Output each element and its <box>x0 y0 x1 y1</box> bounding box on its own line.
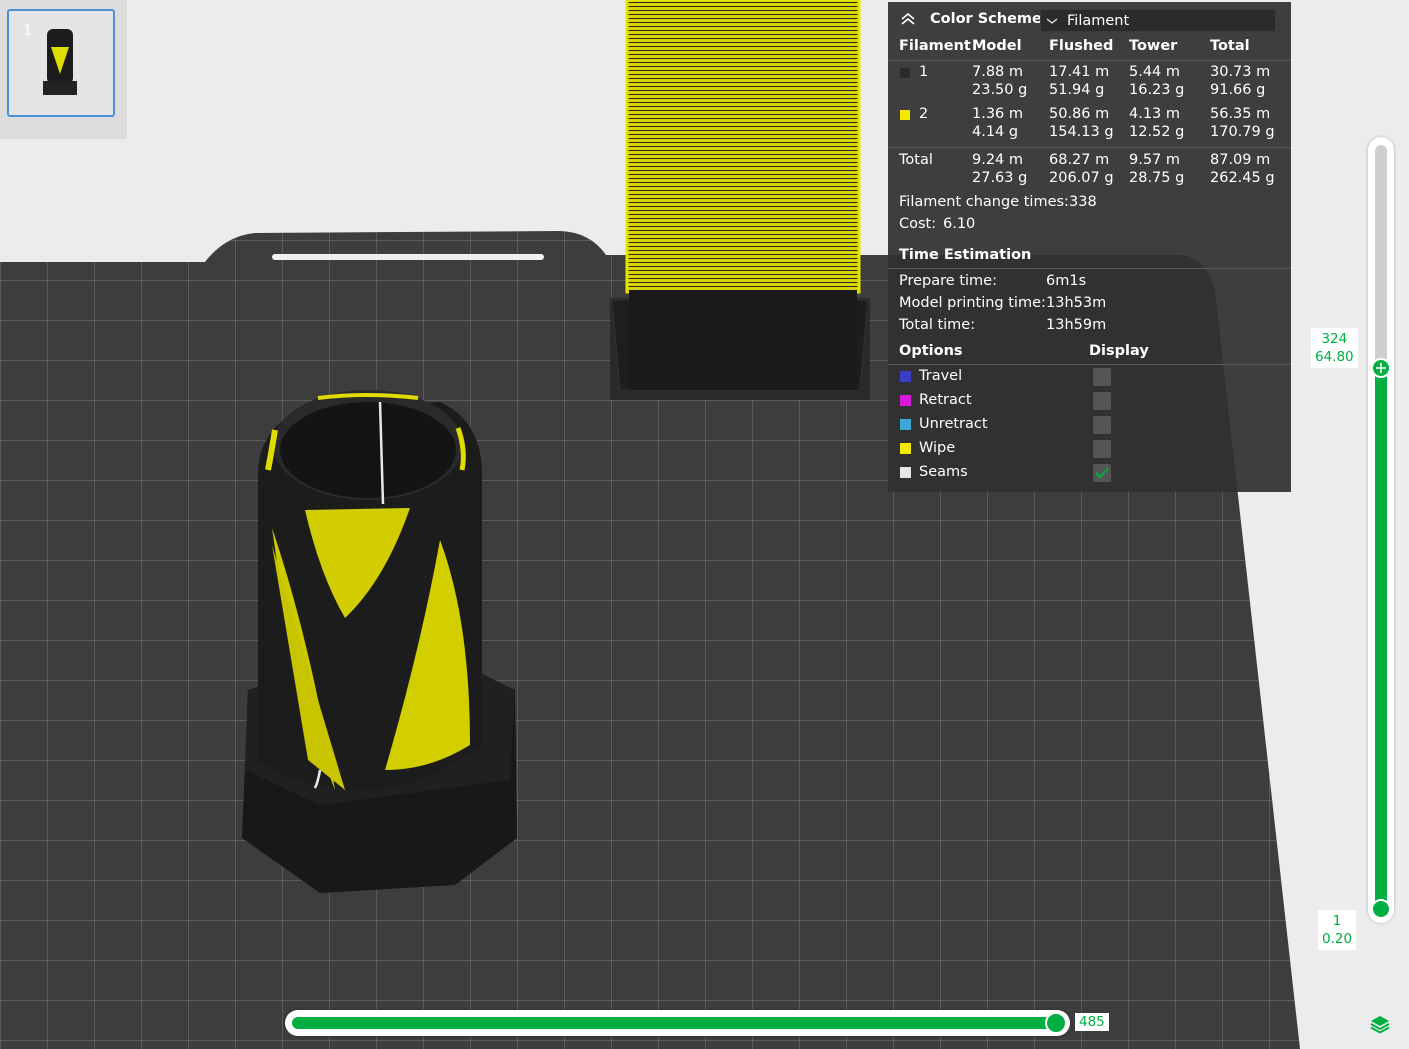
col-tower: Tower <box>1129 38 1178 54</box>
filament-change-label: Filament change times: <box>899 194 1069 210</box>
plus-icon <box>1376 363 1386 373</box>
filament-1-swatch <box>900 68 910 78</box>
col-filament: Filament <box>899 38 971 54</box>
unretract-swatch <box>900 419 911 430</box>
cost-value: 6.10 <box>943 216 976 232</box>
prime-tower <box>610 0 870 400</box>
col-total: Total <box>1210 38 1250 54</box>
travel-label: Travel <box>919 368 963 384</box>
filament-1-total-len: 30.73 m <box>1210 64 1271 80</box>
cost-label: Cost: <box>899 216 937 232</box>
divider <box>888 268 1291 269</box>
prepare-time-label: Prepare time: <box>899 273 997 289</box>
filament-2-flushed-wt: 154.13 g <box>1049 124 1114 140</box>
filament-1-flushed-len: 17.41 m <box>1049 64 1110 80</box>
legend-header: Color Scheme Filament <box>888 2 1291 36</box>
retract-swatch <box>900 395 911 406</box>
upper-layer-height: 64.80 <box>1315 349 1354 365</box>
totals-model-len: 9.24 m <box>972 152 1024 168</box>
lower-layer-thumb[interactable] <box>1371 899 1391 919</box>
totals-tower-len: 9.57 m <box>1129 152 1181 168</box>
retract-label: Retract <box>919 392 972 408</box>
filament-2-model-len: 1.36 m <box>972 106 1024 122</box>
filament-change-value: 338 <box>1069 194 1097 210</box>
total-time-label: Total time: <box>899 317 976 333</box>
filament-1-tower-wt: 16.23 g <box>1129 82 1185 98</box>
color-scheme-value: Filament <box>1067 13 1130 29</box>
totals-model-wt: 27.63 g <box>972 170 1028 186</box>
filament-2-model-wt: 4.14 g <box>972 124 1019 140</box>
upper-layer-label: 324 64.80 <box>1311 328 1358 368</box>
col-flushed: Flushed <box>1049 38 1114 54</box>
chevron-down-icon <box>1046 18 1058 24</box>
lower-layer-number: 1 <box>1332 913 1342 929</box>
plate-slot <box>272 254 544 260</box>
seams-label: Seams <box>919 464 968 480</box>
collapse-chevron-icon[interactable] <box>900 12 916 26</box>
filament-2-swatch <box>900 110 910 120</box>
move-slider-thumb[interactable] <box>1045 1012 1067 1034</box>
plate-index: 1 <box>23 23 32 39</box>
time-estimation-heading: Time Estimation <box>899 247 1032 263</box>
divider <box>888 147 1291 148</box>
filament-2-id: 2 <box>919 106 929 122</box>
prepare-time-value: 6m1s <box>1046 273 1087 289</box>
total-time-value: 13h59m <box>1046 317 1107 333</box>
model-thumbnail-icon <box>43 29 77 95</box>
lower-layer-label: 1 0.20 <box>1318 910 1357 950</box>
color-scheme-dropdown[interactable]: Filament <box>1040 9 1276 32</box>
totals-tower-wt: 28.75 g <box>1129 170 1185 186</box>
filament-2-tower-len: 4.13 m <box>1129 106 1181 122</box>
wipe-display-checkbox[interactable] <box>1093 440 1111 458</box>
upper-layer-thumb[interactable] <box>1371 358 1391 378</box>
totals-total-len: 87.09 m <box>1210 152 1271 168</box>
filament-1-tower-len: 5.44 m <box>1129 64 1181 80</box>
plate-thumbnail[interactable]: 1 <box>7 9 115 117</box>
filament-1-id: 1 <box>919 64 929 80</box>
travel-display-checkbox[interactable] <box>1093 368 1111 386</box>
layers-icon[interactable] <box>1369 1013 1391 1035</box>
options-heading: Options <box>899 343 963 359</box>
totals-flushed-len: 68.27 m <box>1049 152 1110 168</box>
wipe-swatch <box>900 443 911 454</box>
filament-1-total-wt: 91.66 g <box>1210 82 1266 98</box>
model-printing-time-label: Model printing time: <box>899 295 1046 311</box>
display-heading: Display <box>1089 343 1149 359</box>
lower-layer-height: 0.20 <box>1322 931 1353 947</box>
checkmark-icon <box>1095 467 1109 479</box>
color-scheme-label: Color Scheme <box>930 11 1042 27</box>
unretract-label: Unretract <box>919 416 988 432</box>
divider <box>888 60 1291 61</box>
layer-slider-range <box>1375 368 1387 910</box>
filament-1-flushed-wt: 51.94 g <box>1049 82 1105 98</box>
divider <box>888 364 1291 365</box>
move-slider-range <box>292 1017 1060 1029</box>
filament-1-model-wt: 23.50 g <box>972 82 1028 98</box>
layer-slider-inactive <box>1375 145 1387 368</box>
wipe-label: Wipe <box>919 440 956 456</box>
totals-label: Total <box>899 152 933 168</box>
gcode-legend-panel: Color Scheme Filament Filament Model Flu… <box>888 2 1291 492</box>
totals-total-wt: 262.45 g <box>1210 170 1275 186</box>
upper-layer-number: 324 <box>1321 331 1348 347</box>
filament-2-flushed-len: 50.86 m <box>1049 106 1110 122</box>
col-model: Model <box>972 38 1022 54</box>
retract-display-checkbox[interactable] <box>1093 392 1111 410</box>
filament-1-model-len: 7.88 m <box>972 64 1024 80</box>
move-slider-value: 485 <box>1075 1013 1109 1031</box>
filament-2-tower-wt: 12.52 g <box>1129 124 1185 140</box>
model-object <box>242 390 517 893</box>
filament-2-total-len: 56.35 m <box>1210 106 1271 122</box>
seams-swatch <box>900 467 911 478</box>
travel-swatch <box>900 371 911 382</box>
filament-2-total-wt: 170.79 g <box>1210 124 1275 140</box>
unretract-display-checkbox[interactable] <box>1093 416 1111 434</box>
model-printing-time-value: 13h53m <box>1046 295 1107 311</box>
totals-flushed-wt: 206.07 g <box>1049 170 1114 186</box>
seams-display-checkbox[interactable] <box>1093 464 1111 482</box>
